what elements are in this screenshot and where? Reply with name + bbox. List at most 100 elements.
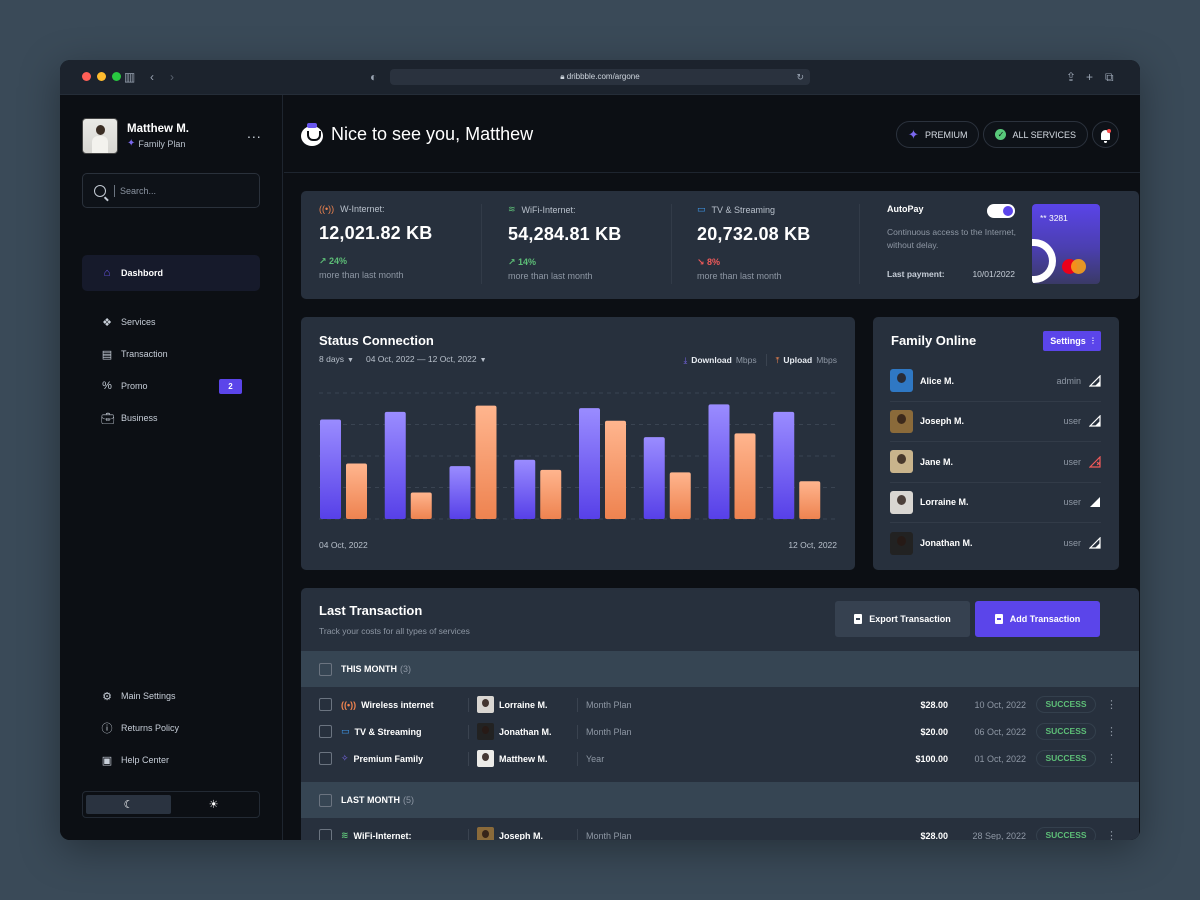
button-label: Export Transaction bbox=[869, 614, 951, 624]
export-transaction-button[interactable]: Export Transaction bbox=[835, 601, 970, 637]
minimize-window-button[interactable] bbox=[97, 72, 106, 81]
shield-icon[interactable]: ◐ bbox=[370, 69, 377, 85]
plan-type: Month Plan bbox=[586, 830, 632, 841]
upload-icon: ⤒ bbox=[775, 354, 780, 365]
upload-bar[interactable] bbox=[540, 469, 562, 519]
search-box[interactable] bbox=[82, 173, 260, 208]
transaction-group-header[interactable]: THIS MONTH (3) bbox=[301, 651, 1139, 687]
legend-download[interactable]: ⤓ Download Mbps bbox=[683, 355, 756, 366]
transaction-row[interactable]: ≋ WiFi-Internet: Joseph M. Month Plan $28… bbox=[301, 822, 1139, 840]
upload-bar[interactable] bbox=[734, 433, 756, 519]
download-bar[interactable] bbox=[708, 404, 730, 519]
period-dropdown[interactable]: 8 days ▼ bbox=[319, 354, 354, 364]
back-icon[interactable]: ‹ bbox=[150, 69, 154, 85]
period-value: 8 days bbox=[319, 354, 345, 364]
share-icon[interactable]: ⇪ bbox=[1066, 69, 1076, 85]
family-member-row[interactable]: Joseph M. user bbox=[890, 402, 1101, 442]
mastercard-icon bbox=[1071, 259, 1086, 274]
maximize-window-button[interactable] bbox=[112, 72, 121, 81]
sidebar-item-transaction[interactable]: ▤ Transaction bbox=[82, 338, 260, 370]
sidebar-item-services[interactable]: ❖ Services bbox=[82, 306, 260, 338]
family-settings-button[interactable]: Settings ⫶ bbox=[1043, 331, 1101, 351]
avatar bbox=[477, 750, 494, 767]
signal-off-icon bbox=[1089, 455, 1101, 468]
more-vertical-icon[interactable]: ⋮ bbox=[1106, 752, 1117, 765]
all-services-button[interactable]: ✓ ALL SERVICES bbox=[983, 121, 1088, 148]
add-transaction-button[interactable]: Add Transaction bbox=[975, 601, 1100, 637]
avatar bbox=[477, 723, 494, 740]
download-bar[interactable] bbox=[449, 466, 471, 519]
tabs-overview-icon[interactable]: ⧉ bbox=[1105, 69, 1114, 85]
address-bar[interactable]: 🔒︎ dribbble.com/argone ↻ bbox=[390, 69, 810, 85]
family-member-row[interactable]: Jonathan M. user bbox=[890, 523, 1101, 564]
transaction-row[interactable]: ((•)) Wireless internet Lorraine M. Month… bbox=[301, 691, 1139, 718]
notifications-button[interactable] bbox=[1092, 121, 1119, 148]
premium-button[interactable]: ✦ PREMIUM bbox=[896, 121, 980, 148]
upload-bar[interactable] bbox=[346, 463, 367, 519]
date-range-dropdown[interactable]: 04 Oct, 2022 — 12 Oct, 2022 ▼ bbox=[366, 354, 487, 364]
legend-upload[interactable]: ⤒ Upload Mbps bbox=[776, 355, 837, 366]
close-window-button[interactable] bbox=[82, 72, 91, 81]
row-checkbox[interactable] bbox=[319, 698, 332, 711]
search-icon bbox=[94, 184, 106, 197]
upload-bar[interactable] bbox=[410, 492, 432, 519]
group-label: LAST MONTH bbox=[341, 795, 400, 805]
light-mode-button[interactable]: ☀ bbox=[171, 795, 256, 814]
sidebar-toggle-icon[interactable]: ▥ bbox=[124, 69, 135, 85]
payment-card[interactable]: ** 3281 bbox=[1032, 204, 1100, 284]
date-range-value: 04 Oct, 2022 — 12 Oct, 2022 bbox=[365, 354, 477, 364]
row-checkbox[interactable] bbox=[319, 725, 332, 738]
help-icon: ▣ bbox=[101, 754, 113, 767]
upload-bar[interactable] bbox=[475, 405, 497, 519]
member-name: Alice M. bbox=[920, 375, 955, 386]
user-profile[interactable]: Matthew M. ✦ Family Plan bbox=[82, 118, 189, 154]
arrow-up-icon: ↗ bbox=[319, 256, 330, 266]
upload-bar[interactable] bbox=[799, 481, 821, 519]
caret-down-icon: ▼ bbox=[347, 357, 354, 364]
family-member-row[interactable]: Lorraine M. user bbox=[890, 483, 1101, 523]
legend-label: Download bbox=[691, 355, 732, 365]
amount: $28.00 bbox=[920, 699, 948, 710]
user-name: Jonathan M. bbox=[499, 726, 552, 737]
download-bar[interactable] bbox=[643, 437, 665, 519]
transaction-row[interactable]: ✧ Premium Family Matthew M. Year $100.00 … bbox=[301, 745, 1139, 772]
autopay-toggle[interactable] bbox=[987, 204, 1015, 218]
sidebar-item-main-settings[interactable]: ⚙ Main Settings bbox=[82, 680, 260, 712]
family-member-row[interactable]: Jane M. user bbox=[890, 442, 1101, 483]
stat-tv-streaming: ▭ TV & Streaming 20,732.08 KB ↘ 8% more t… bbox=[697, 204, 810, 281]
more-vertical-icon[interactable]: ⋮ bbox=[1106, 725, 1117, 738]
group-checkbox[interactable] bbox=[319, 662, 332, 676]
group-checkbox[interactable] bbox=[319, 793, 332, 807]
new-tab-icon[interactable]: + bbox=[1086, 69, 1093, 85]
member-name: Jane M. bbox=[920, 456, 954, 467]
sidebar-item-help-center[interactable]: ▣ Help Center bbox=[82, 744, 260, 776]
header-divider bbox=[284, 172, 1140, 173]
transaction-group-header[interactable]: LAST MONTH (5) bbox=[301, 782, 1139, 818]
reload-icon[interactable]: ↻ bbox=[796, 69, 804, 85]
search-input[interactable] bbox=[120, 185, 240, 196]
sidebar-item-business[interactable]: 💼︎ Business bbox=[82, 402, 260, 434]
transaction-icon: ▤ bbox=[101, 348, 113, 361]
download-bar[interactable] bbox=[773, 411, 795, 519]
row-checkbox[interactable] bbox=[319, 829, 332, 840]
status-connection-card: Status Connection 8 days ▼ 04 Oct, 2022 —… bbox=[301, 317, 855, 570]
upload-bar[interactable] bbox=[605, 420, 626, 519]
download-bar[interactable] bbox=[320, 419, 341, 519]
row-checkbox[interactable] bbox=[319, 752, 332, 765]
more-options-button[interactable]: ... bbox=[247, 125, 262, 141]
download-bar[interactable] bbox=[384, 411, 406, 519]
sidebar-item-returns-policy[interactable]: ⓘ Returns Policy bbox=[82, 712, 260, 744]
forward-icon[interactable]: › bbox=[170, 69, 174, 85]
more-vertical-icon[interactable]: ⋮ bbox=[1106, 829, 1117, 840]
family-member-row[interactable]: Alice M. admin bbox=[890, 361, 1101, 402]
main-content: Nice to see you, Matthew ✦ PREMIUM ✓ ALL… bbox=[284, 95, 1140, 840]
transaction-row[interactable]: ▭ TV & Streaming Jonathan M. Month Plan $… bbox=[301, 718, 1139, 745]
sidebar-item-dashboard[interactable]: ⌂ Dashbord bbox=[82, 255, 260, 291]
caret-down-icon: ▼ bbox=[479, 357, 487, 364]
download-bar[interactable] bbox=[579, 408, 600, 519]
more-vertical-icon[interactable]: ⋮ bbox=[1106, 698, 1117, 711]
dark-mode-button[interactable]: ☾ bbox=[86, 795, 171, 814]
sidebar-item-promo[interactable]: % Promo 2 bbox=[82, 370, 260, 402]
download-bar[interactable] bbox=[514, 459, 536, 519]
upload-bar[interactable] bbox=[669, 472, 691, 519]
